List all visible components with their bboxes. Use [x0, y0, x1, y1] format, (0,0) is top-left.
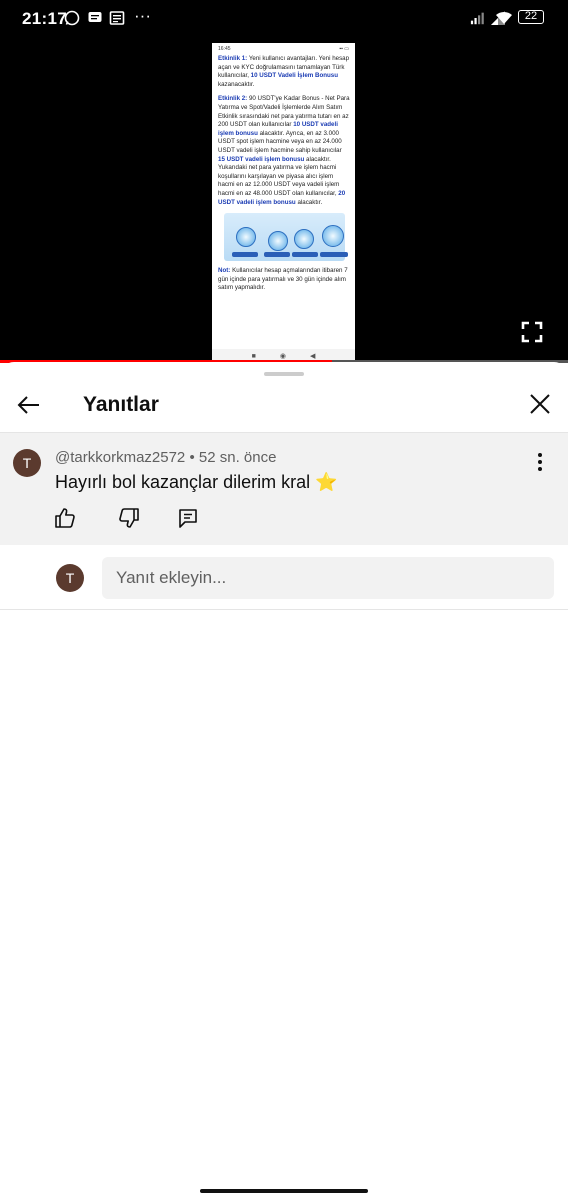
video-frame-square-icon: ■	[251, 352, 256, 360]
reply-input[interactable]	[102, 557, 554, 599]
video-frame-promo-banner	[224, 213, 348, 262]
comment-time: 52 sn. önce	[198, 449, 277, 466]
more-options-icon[interactable]	[532, 451, 548, 473]
video-frame-paragraph-2: Etkinlik 2: 90 USDT'ye Kadar Bonus - Net…	[218, 95, 350, 207]
video-frame-status-icons: ▪▪ ▭	[339, 46, 349, 52]
battery-icon: 22	[518, 10, 544, 24]
wifi-icon	[496, 11, 512, 24]
replies-sheet: Yanıtlar T @tarkkorkmaz2572 • 52 sn. önc…	[0, 362, 568, 1200]
video-frame-time: 16:45	[218, 46, 231, 52]
home-indicator[interactable]	[200, 1189, 368, 1193]
close-button[interactable]	[528, 392, 552, 416]
star-icon: ⭐	[315, 472, 338, 492]
fullscreen-icon[interactable]	[521, 321, 543, 343]
dislike-icon[interactable]	[118, 507, 140, 529]
banner-circle-2	[268, 231, 288, 252]
message-icon	[88, 12, 102, 22]
text-run: Etkinlik 2:	[218, 95, 248, 103]
video-frame-text: Etkinlik 1: Yeni kullanıcı avantajları. …	[212, 55, 355, 293]
reply-icon[interactable]	[177, 507, 199, 529]
comment-author[interactable]: @tarkkorkmaz2572	[55, 449, 185, 466]
banner-bar-2	[264, 252, 290, 258]
status-bar: 21:17 ··· 22	[0, 0, 568, 36]
sheet-title: Yanıtlar	[83, 393, 159, 416]
battery-level: 22	[524, 10, 538, 22]
user-avatar: T	[56, 564, 84, 592]
arrow-left-icon	[17, 396, 39, 414]
text-run: Etkinlik 1:	[218, 55, 248, 62]
video-frame-status-bar: 16:45 ▪▪ ▭	[212, 43, 355, 55]
banner-circle-3	[294, 229, 314, 250]
video-player[interactable]: 16:45 ▪▪ ▭ Etkinlik 1: Yeni kullanıcı av…	[0, 36, 568, 363]
back-button[interactable]	[16, 392, 42, 418]
avatar[interactable]: T	[13, 449, 41, 477]
whatsapp-icon	[64, 10, 80, 26]
video-frame-paragraph-1: Etkinlik 1: Yeni kullanıcı avantajları. …	[218, 55, 350, 89]
more-notifications-icon: ···	[134, 6, 151, 25]
text-run: Kullanıcılar hesap açmalarından itibaren…	[218, 267, 348, 292]
video-frame-paragraph-3: Not: Kullanıcılar hesap açmalarından iti…	[218, 267, 350, 293]
text-run: 15 USDT vadeli işlem bonusu	[218, 155, 305, 163]
text-run: Not:	[218, 267, 231, 275]
divider	[0, 609, 568, 610]
banner-bar-4	[320, 252, 348, 258]
close-icon	[530, 394, 550, 414]
comment-text: Hayırlı bol kazançlar dilerim kral ⭐	[55, 472, 338, 493]
comment-meta: @tarkkorkmaz2572 • 52 sn. önce	[55, 449, 276, 466]
drag-handle[interactable]	[264, 372, 304, 376]
comment: T @tarkkorkmaz2572 • 52 sn. önce Hayırlı…	[0, 433, 568, 545]
video-frame-back-icon: ◀	[309, 353, 316, 360]
news-icon	[109, 11, 125, 25]
video-frame: 16:45 ▪▪ ▭ Etkinlik 1: Yeni kullanıcı av…	[212, 43, 355, 363]
banner-circle-1	[236, 227, 256, 248]
text-run: 10 USDT Vadeli İşlem Bonusu	[250, 72, 339, 80]
clock: 21:17	[22, 9, 67, 28]
like-icon[interactable]	[54, 507, 76, 529]
banner-bar-1	[232, 252, 258, 258]
comment-body: Hayırlı bol kazançlar dilerim kral	[55, 472, 311, 492]
text-run: alacaktır.	[295, 198, 323, 206]
meta-separator: •	[185, 449, 199, 466]
video-frame-circle-icon: ◉	[279, 353, 286, 360]
banner-circle-4	[322, 225, 344, 248]
signal-icon-1	[470, 12, 484, 25]
text-run: kazanacaktır.	[218, 80, 255, 88]
banner-bar-3	[292, 252, 318, 258]
